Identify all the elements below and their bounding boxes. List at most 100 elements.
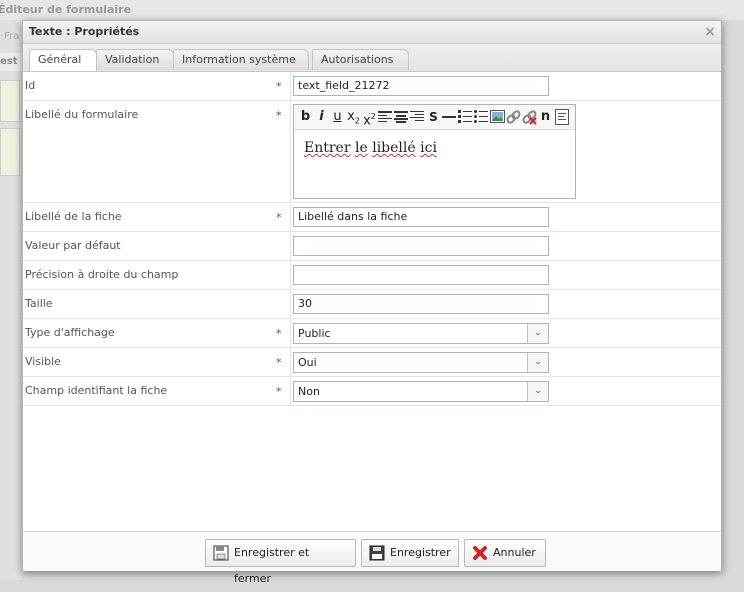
general-form: Id * text_field_21272 Libellé du formula… (23, 72, 721, 406)
floppy-disk-icon (369, 545, 385, 561)
editor-word: le (355, 140, 368, 156)
column-divider (290, 348, 291, 376)
save-button[interactable]: Enregistrer (361, 539, 459, 567)
required-marker: * (276, 356, 282, 369)
required-marker: * (276, 327, 282, 340)
default-value-field[interactable] (293, 236, 549, 256)
tab-label: Validation (105, 53, 160, 66)
required-marker: * (276, 109, 282, 122)
subscript-icon[interactable]: x2 (346, 108, 361, 126)
tab-label: Information système (182, 53, 296, 66)
tab-label: Autorisations (321, 53, 394, 66)
dialog-footer: Enregistrer et fermer Enregistrer Annule… (23, 531, 721, 585)
editor-content[interactable]: Entrer le libellé ici (304, 140, 437, 156)
column-divider (290, 319, 291, 347)
select-value: Oui (298, 356, 317, 369)
tab-bar: Général Validation Information système A… (23, 44, 721, 72)
bullet-list-icon[interactable] (474, 110, 489, 128)
field-label: Précision à droite du champ (25, 268, 179, 281)
field-label: Champ identifiant la fiche (25, 384, 168, 397)
bold-button[interactable]: b (298, 108, 313, 126)
display-type-select[interactable]: Public ⌄ (293, 323, 549, 344)
visible-select[interactable]: Oui ⌄ (293, 352, 549, 373)
strikethrough-button[interactable]: S (426, 108, 441, 126)
rich-text-editor[interactable]: b i u x2 x2 S n Entrer le libellé ici (293, 104, 576, 199)
column-divider (290, 261, 291, 289)
required-marker: * (276, 80, 282, 93)
cancel-button[interactable]: Annuler (464, 539, 546, 567)
align-right-icon[interactable] (410, 111, 425, 129)
field-label: Valeur par défaut (25, 239, 121, 252)
tab-label: Général (38, 53, 82, 66)
dialog-titlebar[interactable]: Texte : Propriétés × (23, 21, 721, 44)
select-value: Public (298, 327, 331, 340)
chevron-down-icon[interactable]: ⌄ (527, 324, 548, 343)
editor-word: Entrer (304, 140, 351, 156)
field-label: Type d'affichage (25, 326, 115, 339)
horizontal-rule-icon[interactable] (442, 111, 457, 129)
column-divider (290, 101, 291, 202)
save-and-close-button[interactable]: Enregistrer et fermer (205, 539, 356, 585)
identifier-select[interactable]: Non ⌄ (293, 381, 549, 402)
app-title-bar: Éditeur de formulaire (0, 0, 744, 20)
field-label: Visible (25, 355, 61, 368)
underline-button[interactable]: u (330, 108, 345, 126)
editor-word: libellé (372, 140, 416, 156)
dialog-title: Texte : Propriétés (29, 25, 140, 38)
form-row-id: Id * text_field_21272 (23, 72, 721, 101)
id-field[interactable]: text_field_21272 (293, 76, 549, 96)
editor-word: ici (420, 140, 437, 156)
tab-validation[interactable]: Validation (96, 49, 174, 70)
button-label: Enregistrer et fermer (234, 546, 310, 585)
superscript-icon[interactable]: x2 (362, 108, 377, 128)
image-icon[interactable] (490, 110, 505, 128)
align-left-icon[interactable] (378, 111, 393, 129)
chevron-down-icon[interactable]: ⌄ (527, 382, 548, 401)
column-divider (290, 290, 291, 318)
select-value: Non (298, 385, 320, 398)
field-label: Libellé du formulaire (25, 108, 139, 121)
numbered-list-icon[interactable] (458, 110, 473, 128)
properties-dialog: Texte : Propriétés × Général Validation … (22, 20, 722, 585)
align-center-icon[interactable] (394, 111, 409, 129)
form-row-size: Taille 30 (23, 290, 721, 319)
button-label: Annuler (493, 546, 536, 559)
form-row-default-value: Valeur par défaut (23, 232, 721, 261)
field-label: Id (25, 79, 36, 92)
form-row-display-type: Type d'affichage * Public ⌄ (23, 319, 721, 348)
required-marker: * (276, 385, 282, 398)
column-divider (290, 232, 291, 260)
form-row-right-precision: Précision à droite du champ (23, 261, 721, 290)
unlink-icon[interactable] (522, 110, 537, 128)
required-marker: * (276, 211, 282, 224)
right-precision-field[interactable] (293, 265, 549, 285)
tab-system-information[interactable]: Information système (173, 49, 309, 70)
close-icon[interactable]: × (703, 21, 717, 43)
button-label: Enregistrer (390, 546, 451, 559)
field-label: Libellé de la fiche (25, 210, 122, 223)
sheet-label-field[interactable]: Libellé dans la fiche (293, 207, 549, 227)
form-row-form-label: Libellé du formulaire * b i u x2 x2 S n … (23, 101, 721, 203)
italic-button[interactable]: i (314, 108, 329, 126)
background-right-panel (722, 20, 744, 592)
tab-general[interactable]: Général (29, 49, 97, 71)
background-field-block (0, 128, 20, 176)
field-label: Taille (25, 297, 53, 310)
cancel-x-icon (473, 546, 487, 560)
size-field[interactable]: 30 (293, 294, 549, 314)
remove-format-button[interactable]: n (538, 108, 553, 126)
source-code-icon[interactable] (555, 109, 570, 127)
form-row-sheet-label: Libellé de la fiche * Libellé dans la fi… (23, 203, 721, 232)
tab-permissions[interactable]: Autorisations (312, 49, 409, 70)
link-icon[interactable] (506, 110, 521, 128)
column-divider (290, 377, 291, 405)
column-divider (290, 72, 291, 100)
column-divider (290, 203, 291, 231)
app-title: Éditeur de formulaire (0, 3, 132, 16)
form-row-visible: Visible * Oui ⌄ (23, 348, 721, 377)
background-row-fragment: est (0, 53, 22, 71)
background-field-block (0, 80, 20, 122)
chevron-down-icon[interactable]: ⌄ (527, 353, 548, 372)
form-row-identifier: Champ identifiant la fiche * Non ⌄ (23, 377, 721, 406)
save-close-icon (213, 545, 229, 561)
